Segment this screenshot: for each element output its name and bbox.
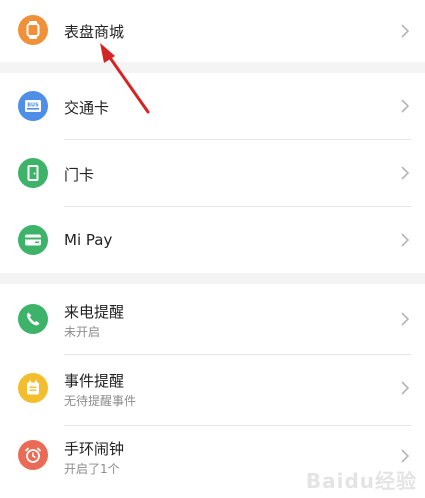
- event-reminder-label: 事件提醒: [64, 372, 125, 390]
- chevron-right-icon: [401, 381, 410, 395]
- bus-icon-label: BUS: [27, 103, 39, 109]
- watch-icon: [18, 15, 48, 45]
- bus-card-icon: BUS: [18, 91, 48, 121]
- mi-pay-label: Mi Pay: [64, 231, 113, 249]
- chevron-right-icon: [401, 312, 410, 326]
- watch-face-section: 表盘商城: [0, 0, 425, 62]
- band-alarm-status: 开启了1个: [64, 462, 120, 476]
- chevron-right-icon: [401, 166, 410, 180]
- phone-icon: [18, 304, 48, 334]
- alarm-clock-icon: [18, 440, 48, 470]
- band-alarm-label: 手环闹钟: [64, 440, 125, 458]
- transit-card-row[interactable]: BUS 交通卡: [0, 73, 425, 139]
- chevron-right-icon: [401, 99, 410, 113]
- reminders-section: 来电提醒 未开启 事件提醒 无待提醒事件 手环闹钟 开启了1个: [0, 284, 425, 498]
- cards-section: BUS 交通卡 门卡 Mi Pay: [0, 73, 425, 273]
- chevron-right-icon: [401, 449, 410, 463]
- band-alarm-row[interactable]: 手环闹钟 开启了1个: [0, 426, 425, 496]
- door-card-row[interactable]: 门卡: [0, 140, 425, 206]
- door-card-icon: [18, 158, 48, 188]
- event-reminder-status: 无待提醒事件: [64, 394, 137, 408]
- calendar-icon: [18, 373, 48, 403]
- mi-pay-row[interactable]: Mi Pay: [0, 207, 425, 273]
- call-reminder-row[interactable]: 来电提醒 未开启: [0, 284, 425, 354]
- watch-face-store-row[interactable]: 表盘商城: [0, 0, 425, 62]
- door-card-label: 门卡: [64, 166, 95, 184]
- call-reminder-label: 来电提醒: [64, 303, 125, 321]
- wallet-icon: [18, 225, 48, 255]
- call-reminder-status: 未开启: [64, 325, 101, 339]
- event-reminder-row[interactable]: 事件提醒 无待提醒事件: [0, 355, 425, 425]
- watch-face-store-label: 表盘商城: [64, 23, 125, 41]
- chevron-right-icon: [401, 233, 410, 247]
- transit-card-label: 交通卡: [64, 99, 110, 117]
- chevron-right-icon: [401, 24, 410, 38]
